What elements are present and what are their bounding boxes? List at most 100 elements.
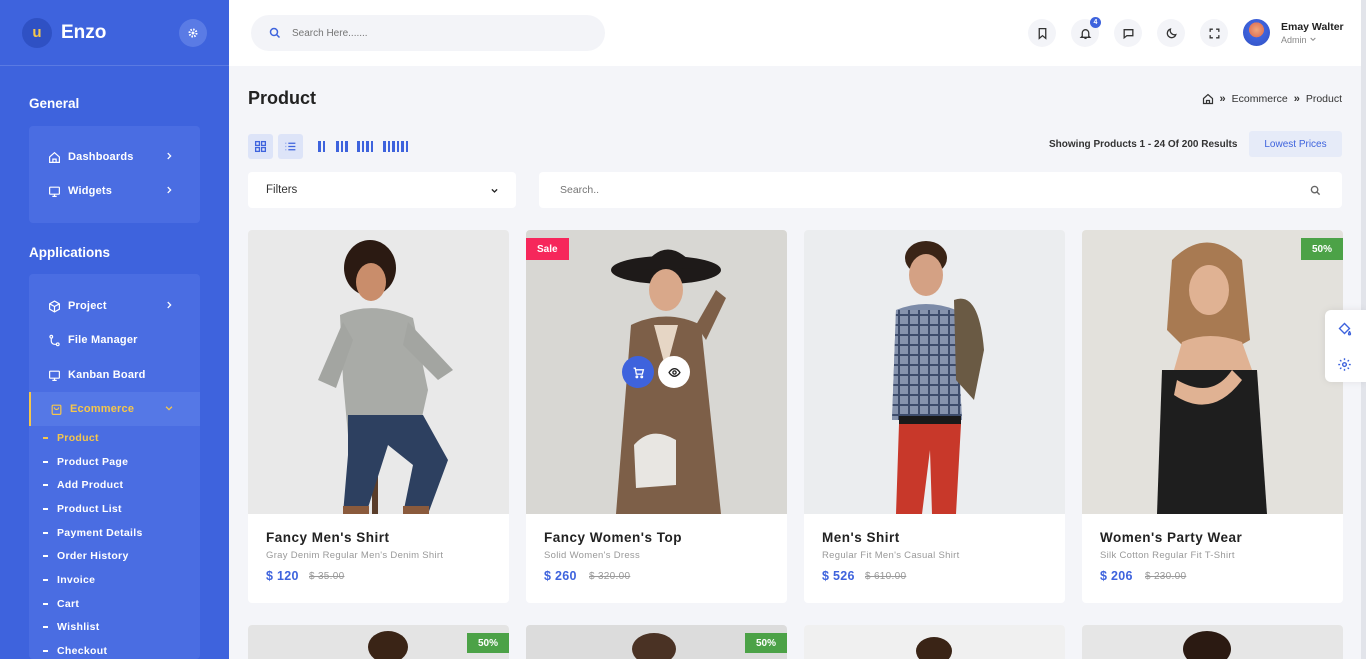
paint-bucket-icon xyxy=(1338,322,1352,336)
global-search-input[interactable] xyxy=(292,27,572,39)
sidebar-subitem-product-list[interactable]: Product List xyxy=(43,503,122,515)
breadcrumb: » Ecommerce » Product xyxy=(1202,93,1342,105)
notification-count-badge: 4 xyxy=(1090,17,1101,28)
chevron-down-icon xyxy=(165,406,173,411)
section-applications-title: Applications xyxy=(29,245,111,260)
eye-icon xyxy=(667,367,681,377)
global-search xyxy=(251,15,605,51)
page-title: Product xyxy=(248,88,317,108)
user-name[interactable]: Emay Walter xyxy=(1281,21,1344,33)
customizer-panel xyxy=(1325,310,1366,382)
product-card[interactable] xyxy=(1082,625,1343,659)
home-icon[interactable] xyxy=(1202,93,1214,105)
sidebar-item-ecommerce[interactable]: Ecommerce xyxy=(29,392,200,426)
product-card[interactable]: Sale Fancy Women's Top Solid Women's Dre… xyxy=(526,230,787,603)
sidebar-item-kanban-board[interactable]: Kanban Board xyxy=(29,358,200,392)
sidebar-subitem-order-history[interactable]: Order History xyxy=(43,550,129,562)
product-image[interactable] xyxy=(804,230,1065,514)
sidebar-subitem-product-page[interactable]: Product Page xyxy=(43,456,128,468)
sidebar-item-label: Project xyxy=(68,300,107,312)
product-old-price: $ 230.00 xyxy=(1145,571,1187,582)
sidebar-subitem-cart[interactable]: Cart xyxy=(43,598,79,610)
filters-dropdown[interactable]: Filters xyxy=(248,172,516,208)
avatar[interactable] xyxy=(1243,19,1270,46)
product-card[interactable]: 50% xyxy=(248,625,509,659)
brand-logo[interactable]: u xyxy=(22,17,52,48)
sidebar-subitem-wishlist[interactable]: Wishlist xyxy=(43,621,100,633)
product-name[interactable]: Women's Party Wear xyxy=(1100,530,1242,545)
product-card[interactable]: 50% Women's Party Wear Silk Cotton Regul… xyxy=(1082,230,1343,603)
list-view-button[interactable] xyxy=(278,134,303,159)
monitor-icon xyxy=(49,186,60,197)
product-photo-man-plaid-shirt xyxy=(804,230,1065,514)
breadcrumb-ecommerce[interactable]: Ecommerce xyxy=(1232,93,1288,105)
dark-mode-button[interactable] xyxy=(1157,19,1185,47)
sort-select[interactable]: Lowest Prices xyxy=(1249,131,1342,157)
moon-icon xyxy=(1166,27,1177,38)
product-description: Gray Denim Regular Men's Denim Shirt xyxy=(266,550,444,561)
dash-marker xyxy=(43,461,48,463)
product-name[interactable]: Men's Shirt xyxy=(822,530,900,545)
sidebar-subitem-payment-details[interactable]: Payment Details xyxy=(43,527,143,539)
six-column-button[interactable] xyxy=(383,141,408,152)
discount-badge: 50% xyxy=(466,633,509,653)
product-image[interactable] xyxy=(248,230,509,514)
bell-icon xyxy=(1079,28,1091,39)
search-icon[interactable] xyxy=(1310,185,1321,196)
two-column-button[interactable] xyxy=(318,141,325,152)
product-search xyxy=(539,172,1342,208)
paint-bucket-button[interactable] xyxy=(1336,320,1353,337)
dash-marker xyxy=(43,508,48,510)
product-image[interactable] xyxy=(1082,230,1343,514)
dash-marker xyxy=(43,603,48,605)
product-image[interactable] xyxy=(526,230,787,514)
three-column-button[interactable] xyxy=(336,141,348,152)
search-icon xyxy=(269,27,281,39)
sidebar-item-file-manager[interactable]: File Manager xyxy=(29,323,200,357)
fullscreen-button[interactable] xyxy=(1200,19,1228,47)
sidebar-subitem-label: Payment Details xyxy=(57,527,143,539)
bookmark-button[interactable] xyxy=(1028,19,1056,47)
sidebar-item-project[interactable]: Project xyxy=(29,289,200,323)
product-card[interactable]: Fancy Men's Shirt Gray Denim Regular Men… xyxy=(248,230,509,603)
sidebar-subitem-label: Order History xyxy=(57,550,129,562)
brand-name[interactable]: Enzo xyxy=(61,22,106,44)
sidebar-subitem-add-product[interactable]: Add Product xyxy=(43,479,123,491)
customizer-settings-button[interactable] xyxy=(1336,356,1353,373)
grid-view-button[interactable] xyxy=(248,134,273,159)
product-card[interactable]: 50% xyxy=(526,625,787,659)
sidebar-subitem-checkout[interactable]: Checkout xyxy=(43,645,107,657)
product-card[interactable] xyxy=(804,625,1065,659)
product-name[interactable]: Fancy Men's Shirt xyxy=(266,530,390,545)
product-search-input[interactable] xyxy=(560,184,1260,196)
dash-marker xyxy=(43,532,48,534)
user-role[interactable]: Admin xyxy=(1281,35,1317,45)
discount-badge: 50% xyxy=(1300,238,1343,260)
sidebar-item-label: Widgets xyxy=(68,185,113,197)
chevron-right-icon xyxy=(167,186,172,194)
quick-view-button[interactable] xyxy=(658,356,690,388)
sidebar-subitem-label: Wishlist xyxy=(57,621,100,633)
sidebar-subitem-label: Add Product xyxy=(57,479,124,491)
user-role-label: Admin xyxy=(1281,35,1307,45)
product-description: Regular Fit Men's Casual Shirt xyxy=(822,550,960,561)
sidebar-subitem-product[interactable]: Product xyxy=(43,432,99,444)
home-icon xyxy=(49,151,60,163)
breadcrumb-product: Product xyxy=(1305,93,1342,105)
notifications-button[interactable]: 4 xyxy=(1071,17,1101,47)
product-photo-partial xyxy=(1082,625,1343,659)
fullscreen-icon xyxy=(1209,28,1219,38)
product-description: Silk Cotton Regular Fit T-Shirt xyxy=(1100,550,1235,561)
list-icon xyxy=(285,142,296,151)
settings-button[interactable] xyxy=(179,19,207,47)
four-column-button[interactable] xyxy=(357,141,373,152)
messages-button[interactable] xyxy=(1114,19,1142,47)
sidebar-subitem-invoice[interactable]: Invoice xyxy=(43,574,95,586)
product-name[interactable]: Fancy Women's Top xyxy=(544,530,682,545)
product-card[interactable]: Men's Shirt Regular Fit Men's Casual Shi… xyxy=(804,230,1065,603)
sidebar-subitem-label: Invoice xyxy=(57,574,96,586)
add-to-cart-button[interactable] xyxy=(622,356,654,388)
gear-icon xyxy=(1338,358,1351,371)
sidebar-item-widgets[interactable]: Widgets xyxy=(29,174,200,208)
sidebar-item-dashboards[interactable]: Dashboards xyxy=(29,140,200,174)
